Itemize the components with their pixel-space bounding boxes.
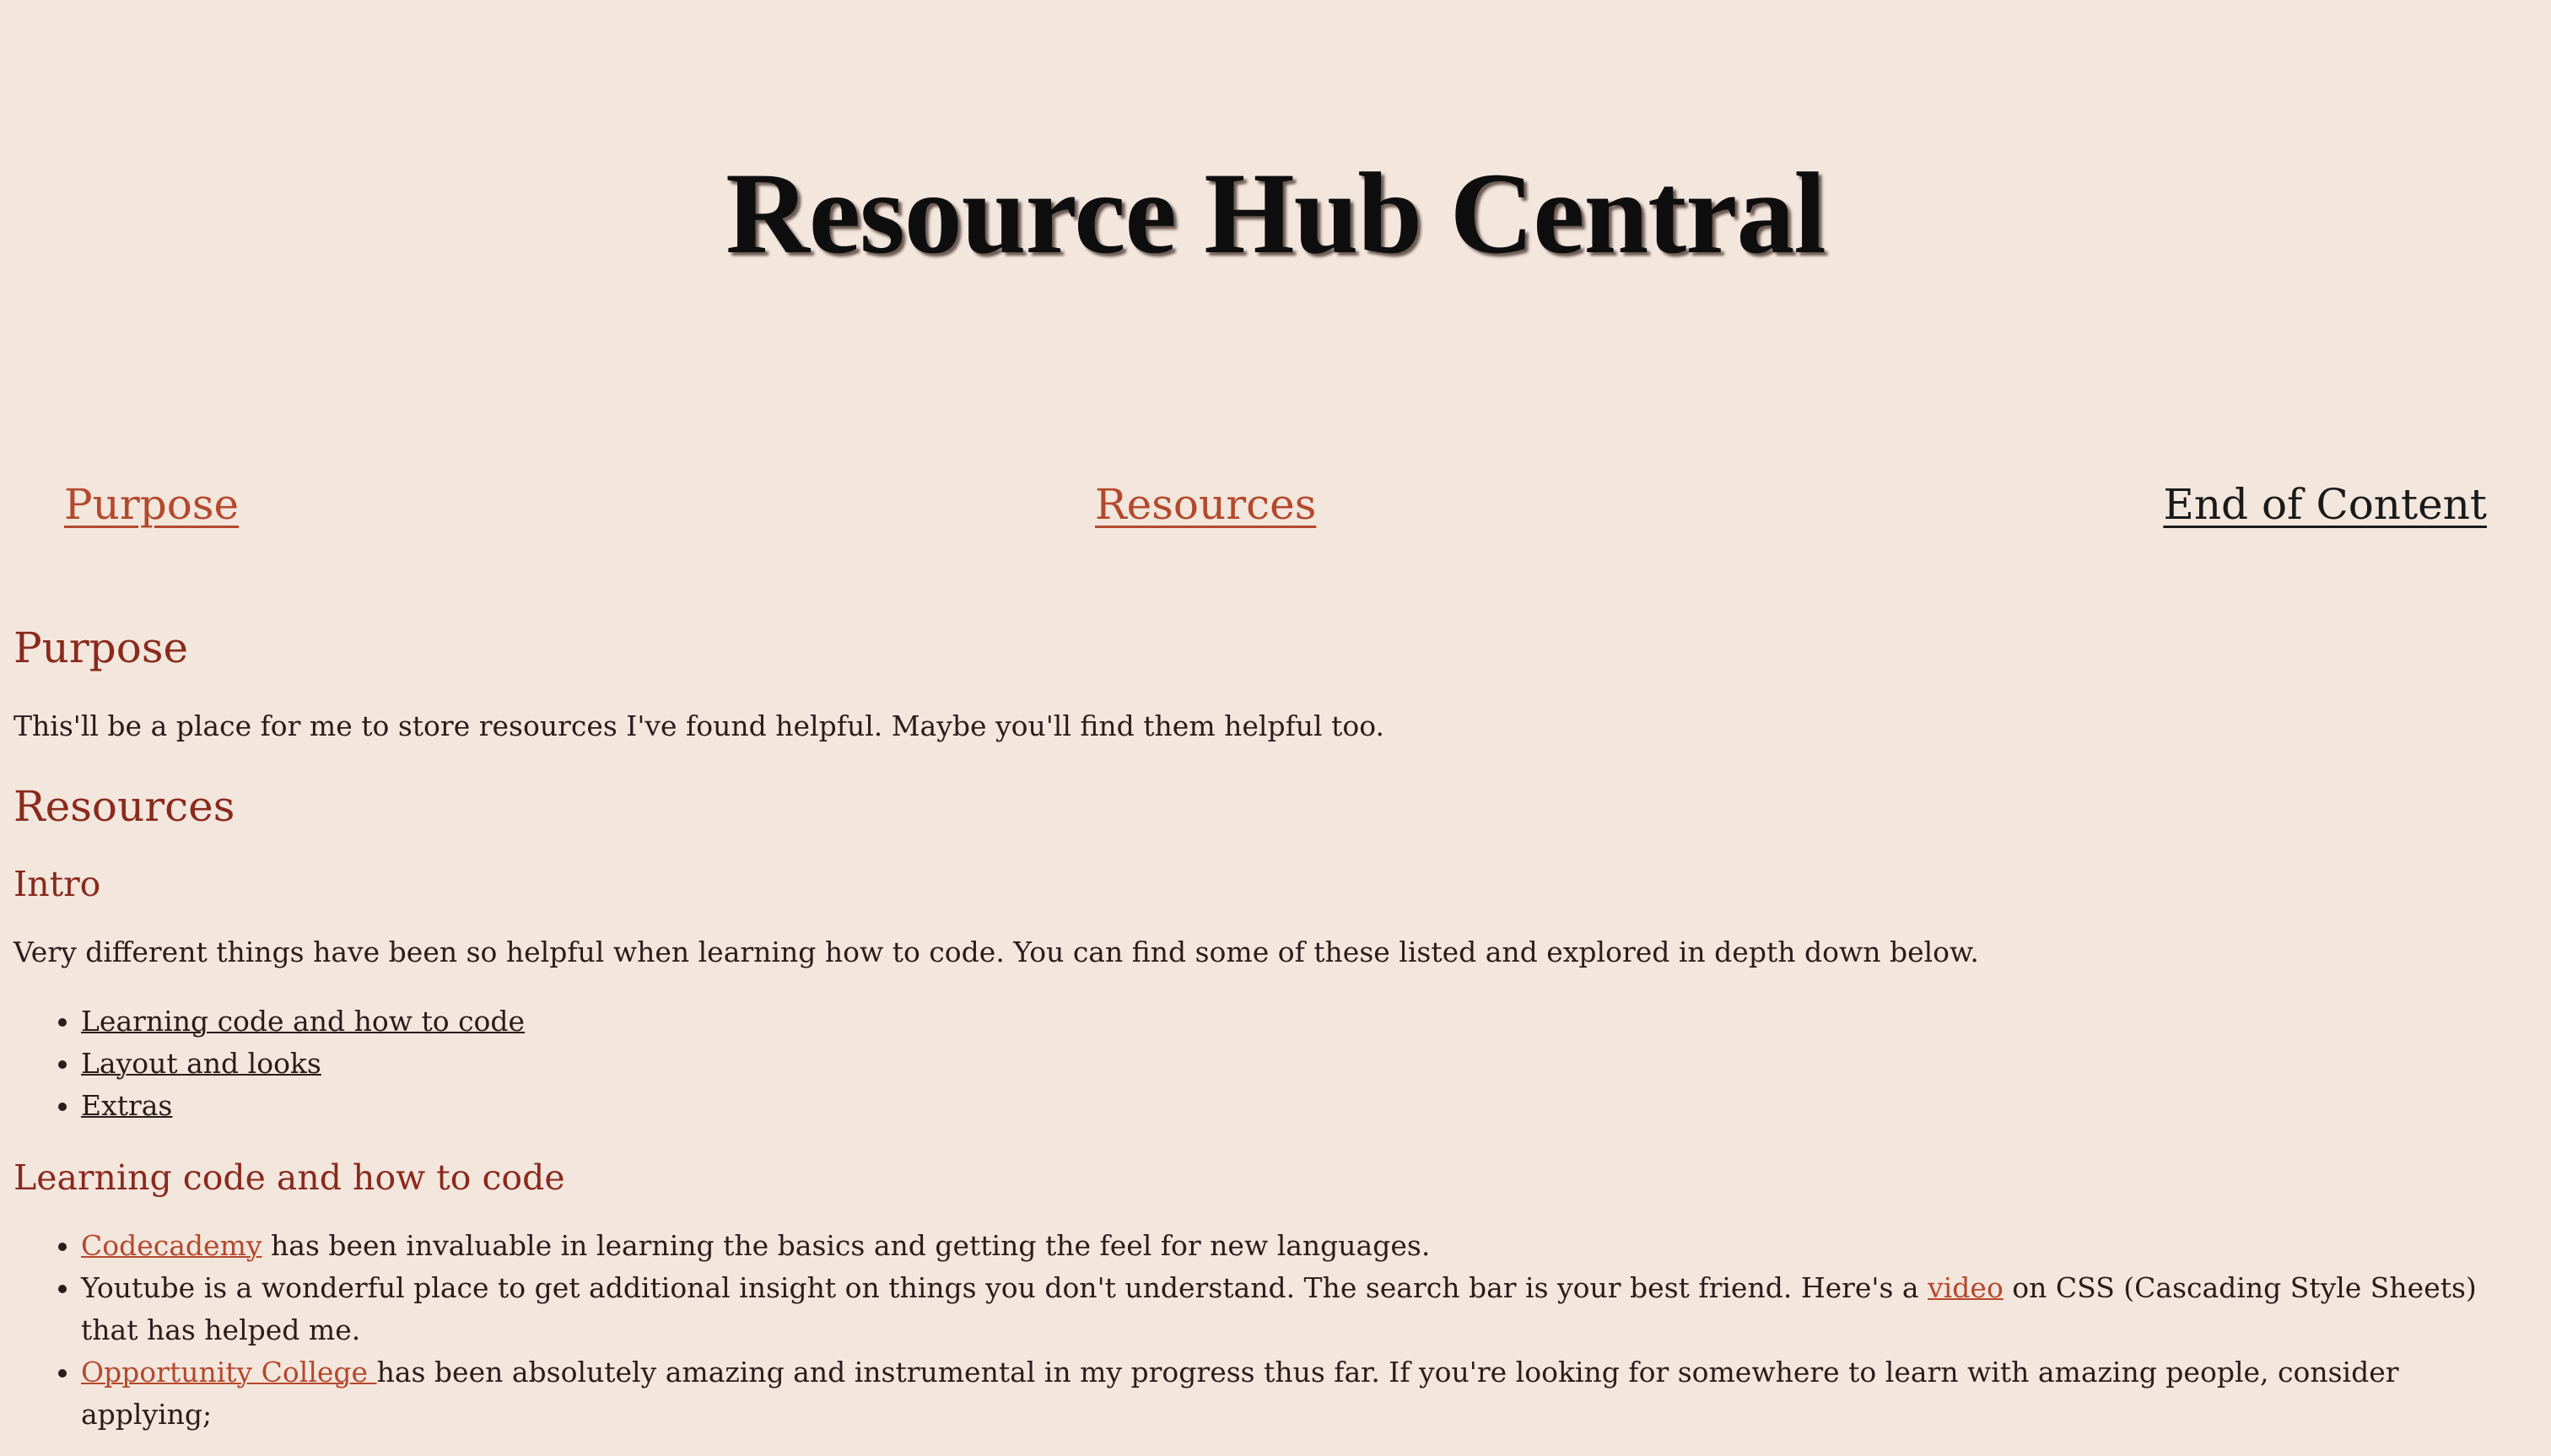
list-item-text: has been absolutely amazing and instrume… <box>81 1356 2399 1431</box>
resources-heading: Resources <box>13 782 235 831</box>
link-video[interactable]: video <box>1928 1271 2004 1304</box>
learning-list: Codecademy has been invaluable in learni… <box>13 1225 2536 1436</box>
link-codecademy[interactable]: Codecademy <box>81 1229 262 1262</box>
site-title: Resource Hub Central <box>725 148 1826 278</box>
list-item-text: has been invaluable in learning the basi… <box>262 1229 1431 1262</box>
link-learning-code[interactable]: Learning code and how to code <box>81 1005 525 1038</box>
intro-heading: Intro <box>13 864 101 904</box>
resources-section: Resources Intro Very different things ha… <box>13 774 2536 1436</box>
list-item: Codecademy has been invaluable in learni… <box>81 1225 2536 1267</box>
intro-text: Very different things have been so helpf… <box>13 936 1979 968</box>
nav-link-purpose[interactable]: Purpose <box>64 477 239 531</box>
learning-heading: Learning code and how to code <box>13 1157 565 1198</box>
list-item: Youtube is a wonderful place to get addi… <box>81 1267 2536 1351</box>
main-content: Purpose This'll be a place for me to sto… <box>13 616 2536 1436</box>
list-item: Opportunity College has been absolutely … <box>81 1351 2536 1436</box>
list-item-text: Youtube is a wonderful place to get addi… <box>81 1271 1928 1304</box>
purpose-text: This'll be a place for me to store resou… <box>13 709 1384 742</box>
nav-link-resources[interactable]: Resources <box>1095 477 1316 531</box>
list-item: Layout and looks <box>81 1043 2536 1085</box>
purpose-section: Purpose This'll be a place for me to sto… <box>13 616 2536 747</box>
intro-link-list: Learning code and how to code Layout and… <box>13 1000 2536 1127</box>
link-extras[interactable]: Extras <box>81 1089 172 1122</box>
list-item: Extras <box>81 1085 2536 1127</box>
link-opportunity-college[interactable]: Opportunity College <box>81 1356 377 1389</box>
link-layout-and-looks[interactable]: Layout and looks <box>81 1047 321 1080</box>
nav-link-end-of-content[interactable]: End of Content <box>2163 477 2487 531</box>
list-item: Learning code and how to code <box>81 1000 2536 1043</box>
purpose-heading: Purpose <box>13 623 189 672</box>
